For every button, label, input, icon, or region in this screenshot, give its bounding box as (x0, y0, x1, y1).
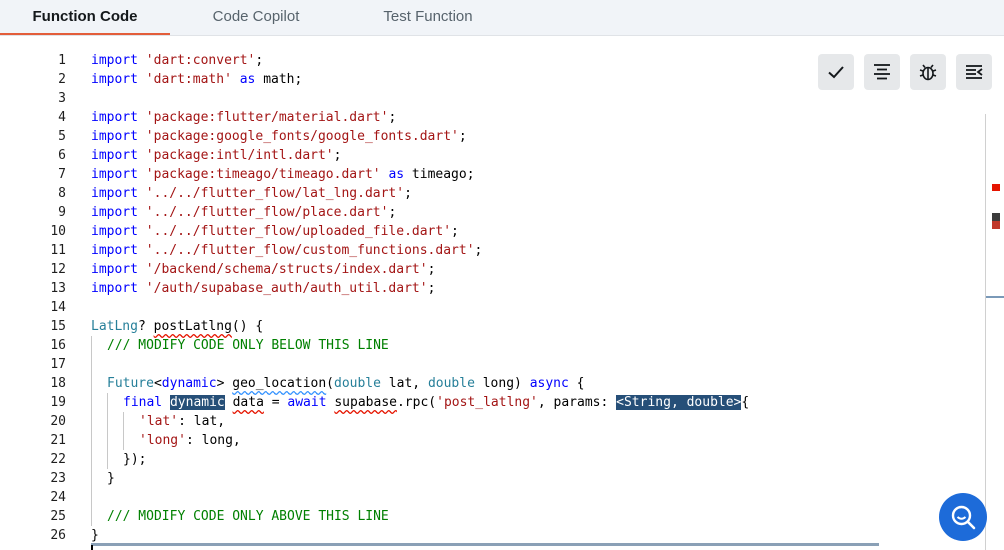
code-line: import '/backend/schema/structs/index.da… (91, 262, 436, 277)
tab-code-copilot[interactable]: Code Copilot (170, 0, 342, 35)
selected-text: <String, double> (616, 395, 742, 410)
code-line: /// MODIFY CODE ONLY ABOVE THIS LINE (107, 509, 389, 524)
code-line: import '../../flutter_flow/uploaded_file… (91, 224, 459, 239)
error-marker (992, 221, 1000, 229)
bug-icon (919, 64, 937, 81)
line-number: 14 (50, 300, 66, 315)
tab-bar: Function Code Code Copilot Test Function (0, 0, 1004, 36)
code-editor[interactable]: 1 2 3 4 5 6 7 8 9 10 11 12 13 14 15 16 17 18 19 20 21 22 23 24 2… (0, 36, 1004, 550)
debug-button[interactable] (910, 54, 946, 90)
check-icon (828, 66, 844, 79)
code-line: 'long': long, (139, 433, 241, 448)
code-line: Future<dynamic> geo_location(double lat,… (107, 376, 585, 391)
code-line: }); (123, 452, 147, 467)
error-marker (992, 184, 1000, 191)
code-line: import '../../flutter_flow/custom_functi… (91, 243, 483, 258)
code-line: } (107, 471, 115, 486)
line-number: 3 (58, 91, 66, 106)
ruler-cursor-position (986, 296, 1004, 298)
code-line: final dynamic data = await supabase.rpc(… (123, 395, 750, 410)
tab-function-code[interactable]: Function Code (0, 0, 170, 35)
line-number: 24 (50, 490, 66, 505)
code-line: import '/auth/supabase_auth/auth_util.da… (91, 281, 436, 296)
code-line: import '../../flutter_flow/lat_lng.dart'… (91, 186, 412, 201)
selection-marker (992, 213, 1000, 221)
code-line: import 'package:google_fonts/google_font… (91, 129, 467, 144)
chat-button[interactable] (939, 493, 987, 541)
code-line: import 'package:intl/intl.dart'; (91, 148, 342, 163)
code-line: /// MODIFY CODE ONLY BELOW THIS LINE (107, 338, 389, 353)
check-button[interactable] (818, 54, 854, 90)
format-button[interactable] (864, 54, 900, 90)
code-line: LatLng? postLatlng() { (91, 319, 264, 334)
code-line: import 'package:timeago/timeago.dart' as… (91, 167, 475, 182)
text-cursor (91, 545, 93, 550)
overview-ruler[interactable] (985, 114, 986, 550)
wrap-button[interactable] (956, 54, 992, 90)
code-line: import '../../flutter_flow/place.dart'; (91, 205, 397, 220)
align-center-icon (874, 64, 890, 80)
horizontal-scrollbar[interactable] (91, 543, 879, 546)
code-line: import 'package:flutter/material.dart'; (91, 110, 397, 125)
line-number: 17 (50, 357, 66, 372)
wrap-lines-icon (966, 65, 983, 79)
code-line: 'lat': lat, (139, 414, 226, 429)
search-chat-icon (951, 505, 976, 530)
tab-test-function[interactable]: Test Function (342, 0, 514, 35)
selected-text: dynamic (169, 395, 225, 410)
